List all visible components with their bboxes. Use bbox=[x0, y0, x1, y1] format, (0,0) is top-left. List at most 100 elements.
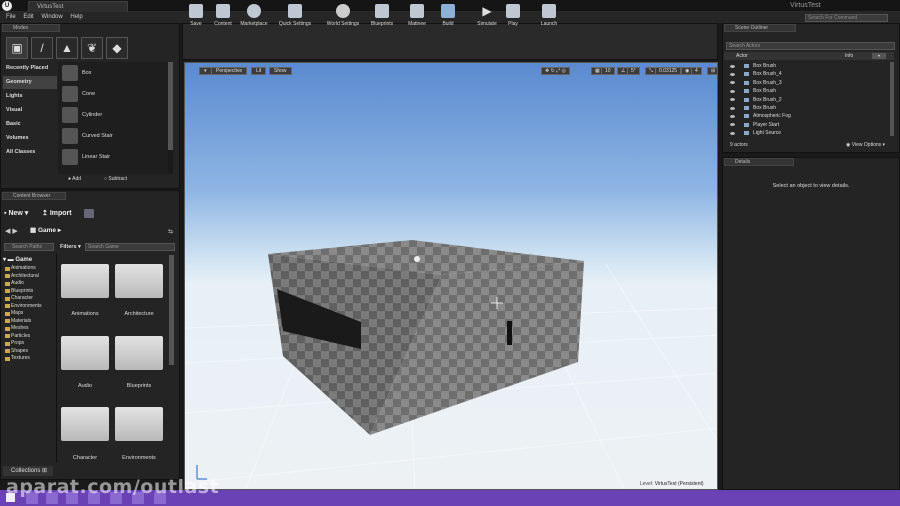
geometry-scrollbar[interactable] bbox=[168, 62, 173, 174]
search-actors-input[interactable]: Search Actors bbox=[726, 42, 895, 50]
folder-tile-environments[interactable] bbox=[115, 407, 163, 441]
list-item[interactable]: Box bbox=[58, 62, 168, 83]
lit-button[interactable]: Lit bbox=[251, 67, 267, 75]
list-item[interactable]: Box Brush bbox=[724, 62, 889, 70]
content-button[interactable]: Content bbox=[210, 4, 236, 34]
menu-edit[interactable]: Edit bbox=[23, 12, 33, 23]
scrollbar-thumb[interactable] bbox=[168, 62, 173, 150]
marketplace-button[interactable]: Marketplace bbox=[238, 4, 270, 34]
list-item[interactable]: Curved Stair bbox=[58, 125, 168, 146]
list-item[interactable]: Light Source bbox=[724, 129, 889, 137]
category-visual[interactable]: Visual bbox=[3, 104, 57, 117]
breadcrumb[interactable]: ▦ Game ▸ bbox=[30, 226, 61, 234]
list-item[interactable]: Box Brush_3 bbox=[724, 79, 889, 87]
tree-folder[interactable]: Character bbox=[3, 295, 55, 303]
content-scrollbar[interactable] bbox=[169, 255, 174, 365]
category-all-classes[interactable]: All Classes bbox=[3, 146, 57, 159]
blueprints-button[interactable]: Blueprints bbox=[367, 4, 397, 34]
save-button[interactable]: Save bbox=[186, 4, 206, 34]
simulate-button[interactable]: ▶ Simulate bbox=[474, 4, 500, 34]
matinee-button[interactable]: Matinee bbox=[404, 4, 430, 34]
list-item[interactable]: Atmospheric Fog bbox=[724, 112, 889, 120]
quick-settings-button[interactable]: Quick Settings bbox=[276, 4, 314, 34]
menu-file[interactable]: File bbox=[6, 12, 16, 23]
command-search-input[interactable]: Search For Command bbox=[805, 14, 888, 22]
tree-root[interactable]: ▾ ▬ Game bbox=[3, 256, 32, 263]
tree-folder[interactable]: Animations bbox=[3, 265, 55, 273]
scale-snap-value[interactable]: 0.03125 bbox=[655, 67, 682, 75]
scene-outliner-tab[interactable]: Scene Outliner bbox=[724, 24, 796, 32]
tree-folder[interactable]: Meshes bbox=[3, 325, 55, 333]
tree-folder[interactable]: Blueprints bbox=[3, 288, 55, 296]
tree-folder[interactable]: Maps bbox=[3, 310, 55, 318]
outliner-scrollbar[interactable] bbox=[890, 62, 894, 136]
add-radio[interactable]: ● Add bbox=[68, 176, 81, 182]
nav-back-icon[interactable]: ◀ ▶ bbox=[5, 227, 18, 235]
foliage-mode-icon[interactable]: ❦ bbox=[81, 37, 103, 59]
list-item[interactable]: Linear Stair bbox=[58, 146, 168, 167]
build-button[interactable]: Build bbox=[437, 4, 459, 34]
rotation-snap-value[interactable]: 5° bbox=[627, 67, 640, 75]
info-dropdown[interactable]: ▾ bbox=[872, 53, 886, 59]
import-button[interactable]: ↥ Import bbox=[42, 209, 72, 217]
list-item[interactable]: Box Brush_2 bbox=[724, 96, 889, 104]
tree-folder[interactable]: Shapes bbox=[3, 348, 55, 356]
category-recently-placed[interactable]: Recently Placed bbox=[3, 62, 57, 75]
list-item[interactable]: Box Brush bbox=[724, 104, 889, 112]
lock-icon[interactable]: ⇆ bbox=[168, 228, 173, 235]
category-basic[interactable]: Basic bbox=[3, 118, 57, 131]
view-options-button[interactable]: ◉ View Options ▾ bbox=[846, 142, 885, 148]
folder-tile-architecture[interactable] bbox=[115, 264, 163, 298]
world-settings-button[interactable]: World Settings bbox=[322, 4, 364, 34]
perspective-button[interactable]: Perspective bbox=[211, 67, 248, 75]
show-button[interactable]: Show bbox=[269, 67, 292, 75]
tree-folder[interactable]: Architectural bbox=[3, 273, 55, 281]
folder-tile-blueprints[interactable] bbox=[115, 336, 163, 370]
list-item[interactable]: Box Brush_4 bbox=[724, 70, 889, 78]
level-viewport[interactable]: ▾ Perspective Lit Show ✥ ↻ ⤢ ◎ ▦ 10 ∠ 5°… bbox=[184, 62, 718, 490]
document-tab[interactable]: VirtusTest bbox=[28, 1, 128, 12]
folder-tile-audio[interactable] bbox=[61, 336, 109, 370]
save-all-icon[interactable] bbox=[84, 209, 94, 218]
camera-speed-value[interactable]: 4 bbox=[691, 67, 702, 75]
list-item[interactable]: Player Start bbox=[724, 121, 889, 129]
viewport-options-button[interactable]: ▾ bbox=[199, 67, 212, 75]
grid-snap-value[interactable]: 10 bbox=[601, 67, 615, 75]
content-browser-tab[interactable]: Content Browser bbox=[2, 192, 66, 200]
transform-tools-icon[interactable]: ✥ ↻ ⤢ ◎ bbox=[541, 67, 570, 75]
tree-folder[interactable]: Textures bbox=[3, 355, 55, 363]
new-button[interactable]: ▪ New ▾ bbox=[4, 209, 28, 217]
list-item[interactable]: Cone bbox=[58, 83, 168, 104]
details-tab[interactable]: Details bbox=[724, 158, 794, 166]
collections-button[interactable]: Collections ⊞ bbox=[3, 466, 53, 476]
player-start-icon[interactable] bbox=[414, 256, 420, 262]
col-actor[interactable]: Actor bbox=[736, 53, 748, 59]
folder-tile-character[interactable] bbox=[61, 407, 109, 441]
menu-window[interactable]: Window bbox=[41, 12, 62, 23]
landscape-mode-icon[interactable]: ▲ bbox=[56, 37, 78, 59]
menu-help[interactable]: Help bbox=[70, 12, 82, 23]
search-paths-input[interactable]: Search Paths bbox=[4, 243, 54, 251]
launch-button[interactable]: Launch bbox=[537, 4, 561, 34]
subtract-radio[interactable]: ○ Subtract bbox=[104, 176, 127, 182]
tree-folder[interactable]: Props bbox=[3, 340, 55, 348]
category-lights[interactable]: Lights bbox=[3, 90, 57, 103]
col-info[interactable]: Info bbox=[845, 53, 853, 59]
tree-folder[interactable]: Materials bbox=[3, 318, 55, 326]
geometry-edit-mode-icon[interactable]: ◆ bbox=[106, 37, 128, 59]
filters-button[interactable]: Filters ▾ bbox=[60, 244, 81, 250]
category-volumes[interactable]: Volumes bbox=[3, 132, 57, 145]
category-geometry[interactable]: Geometry bbox=[3, 76, 57, 89]
maximize-viewport-icon[interactable]: ⊞ bbox=[707, 67, 717, 75]
list-item[interactable]: Cylinder bbox=[58, 104, 168, 125]
place-mode-icon[interactable]: ▣ bbox=[6, 37, 28, 59]
search-game-input[interactable]: Search Game bbox=[85, 243, 175, 251]
folder-tile-animations[interactable] bbox=[61, 264, 109, 298]
tree-folder[interactable]: Particles bbox=[3, 333, 55, 341]
play-button[interactable]: Play bbox=[502, 4, 524, 34]
modes-tab[interactable]: Modes bbox=[2, 24, 60, 32]
paint-mode-icon[interactable]: / bbox=[31, 37, 53, 59]
tree-folder[interactable]: Audio bbox=[3, 280, 55, 288]
list-item[interactable]: Box Brush bbox=[724, 87, 889, 95]
tree-folder[interactable]: Environments bbox=[3, 303, 55, 311]
